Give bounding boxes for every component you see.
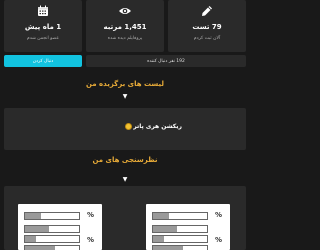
stat-card-views: 1,451 مرتبه پروفایلم دیده شده: [86, 0, 164, 52]
stat-value: 1,451 مرتبه: [103, 23, 147, 31]
poll-bar-fill: [153, 226, 178, 232]
percent-label: %: [214, 211, 222, 219]
poll-bar-fill: [25, 246, 55, 250]
poll-bar-fill: [153, 213, 170, 219]
poll-bar: [24, 245, 80, 250]
poll-bar: [24, 235, 80, 243]
poll-bar: [24, 212, 80, 220]
stat-caption: پروفایلم دیده شده: [107, 36, 143, 41]
polls-title: نظرسنجی های من: [92, 156, 158, 164]
stat-value: 79 تست: [192, 23, 222, 31]
poll-bar-fill: [153, 236, 164, 242]
arrow-down-icon: ▼: [122, 176, 128, 183]
stat-caption: آلان ثبت کردم: [193, 36, 221, 41]
poll-bar: [152, 235, 208, 243]
stat-caption: عضو انجمن شدم: [26, 36, 60, 41]
pencil-icon: [201, 4, 213, 18]
arrow-down-icon: ▼: [122, 93, 128, 100]
followers-count: 192 نفر دنبال کننده: [86, 55, 246, 67]
stat-value: 1 ماه پیش: [24, 23, 62, 31]
poll-card[interactable]: % %: [146, 204, 230, 250]
list-item[interactable]: ریکشن هری پاتر: [125, 121, 182, 131]
stats-row: 1 ماه پیش عضو انجمن شدم 1,451 مرتبه پروف…: [4, 0, 246, 52]
poll-bar-fill: [25, 213, 42, 219]
poll-bar-fill: [25, 236, 36, 242]
actions-row: دنبال کردن 192 نفر دنبال کننده: [4, 55, 246, 67]
percent-label: %: [86, 236, 94, 244]
percent-label: %: [86, 211, 94, 219]
eye-icon: [118, 4, 132, 18]
poll-bar-fill: [153, 246, 183, 250]
poll-bar: [24, 225, 80, 233]
smiley-icon: [125, 122, 133, 130]
poll-bar-fill: [25, 226, 50, 232]
poll-bar: [152, 245, 208, 250]
calendar-icon: [37, 4, 49, 18]
stat-card-membership: 1 ماه پیش عضو انجمن شدم: [4, 0, 82, 52]
poll-bar: [152, 212, 208, 220]
favorites-list: ریکشن هری پاتر: [4, 108, 246, 150]
stat-card-tests: 79 تست آلان ثبت کردم: [168, 0, 246, 52]
list-item-label: ریکشن هری پاتر: [133, 122, 182, 130]
poll-card[interactable]: % %: [18, 204, 102, 250]
percent-label: %: [214, 236, 222, 244]
follow-button[interactable]: دنبال کردن: [4, 55, 82, 67]
favorites-title: لیست های برگزیده من: [85, 80, 165, 88]
poll-bar: [152, 225, 208, 233]
polls-panel: % % % %: [4, 186, 246, 250]
